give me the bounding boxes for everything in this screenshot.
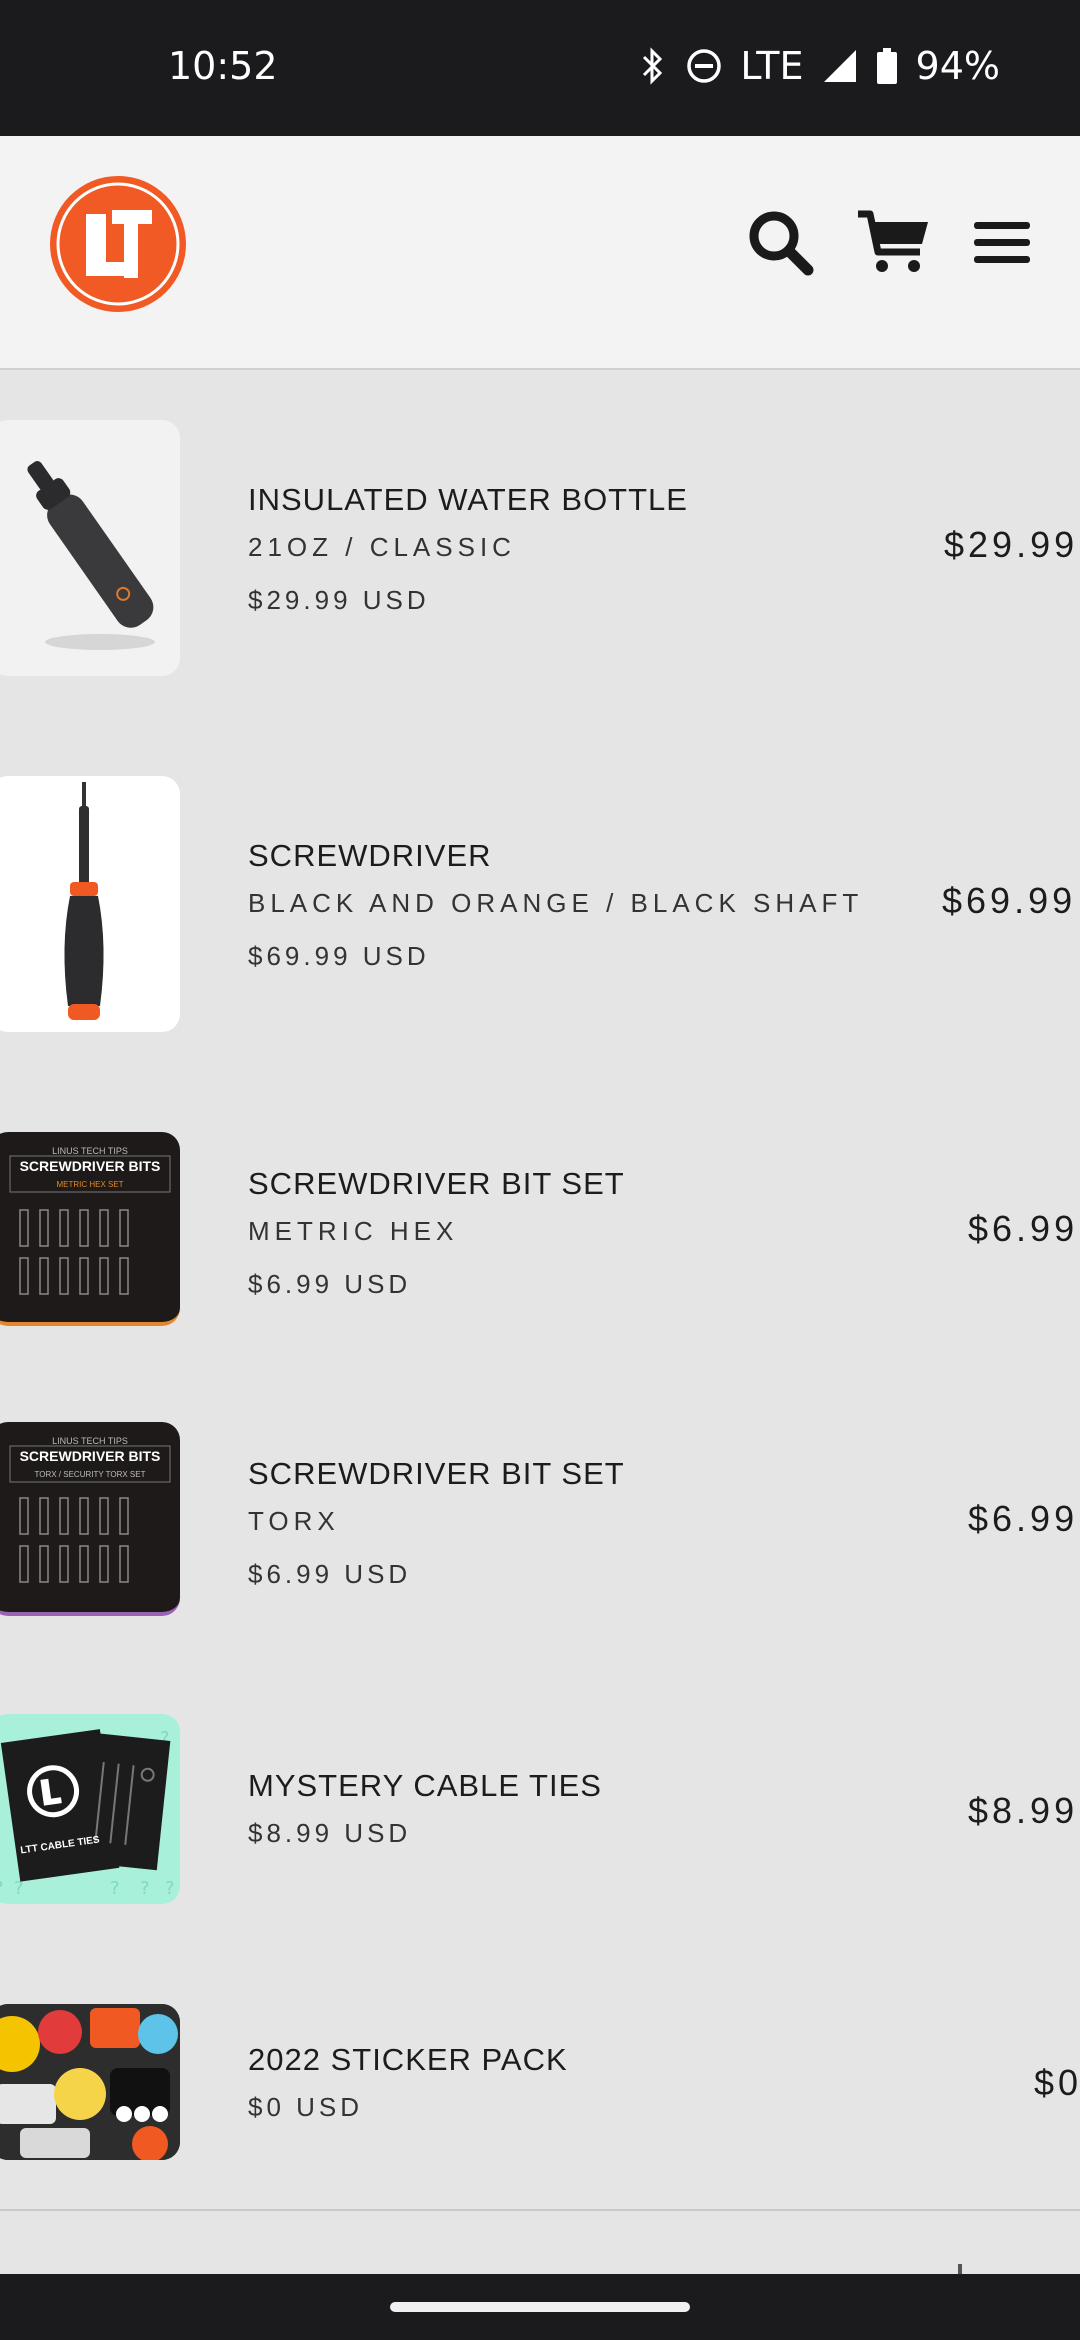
cart-item[interactable]: SCREWDRIVER BLACK AND ORANGE / BLACK SHA… [0,776,1080,1032]
item-unit-price: $0 USD [248,2092,364,2122]
cart-item[interactable]: LINUS TECH TIPS SCREWDRIVER BITS TORX / … [0,1422,1080,1616]
bluetooth-icon [638,47,668,85]
item-title[interactable]: SCREWDRIVER [248,838,863,874]
cart-item[interactable]: LINUS TECH TIPS SCREWDRIVER BITS METRIC … [0,1132,1080,1326]
item-variant: METRIC HEX [248,1216,459,1246]
system-nav-bar [0,2274,1080,2340]
item-title[interactable]: MYSTERY CABLE TIES [248,1768,602,1804]
status-time: 10:52 [168,44,278,88]
search-icon[interactable] [744,206,816,278]
item-variant: TORX [248,1506,340,1536]
item-line-total: $69.99 [942,880,1077,921]
item-info: MYSTERY CABLE TIES $8.99 USD [248,1768,602,1849]
product-image: LINUS TECH TIPS SCREWDRIVER BITS METRIC … [0,1132,180,1326]
item-variant: 21OZ / CLASSIC [248,532,516,562]
product-image [0,776,180,1032]
item-info: SCREWDRIVER BIT SET TORX $6.99 USD [248,1456,625,1590]
item-line-total: $6.99 [968,1498,1079,1539]
item-line-total: $0 [1034,2062,1080,2103]
cart-item[interactable]: ?????? LTT CABLE TIES MYSTERY CABLE TIES… [0,1714,1080,1904]
item-unit-price: $69.99 USD [248,941,430,971]
battery-level: 94% [915,44,1000,88]
item-title[interactable]: INSULATED WATER BOTTLE [248,482,688,518]
svg-text:?: ? [0,1878,4,1899]
item-info: SCREWDRIVER BIT SET METRIC HEX $6.99 USD [248,1166,625,1300]
status-icons: LTE 94% [638,44,1000,88]
product-image: LINUS TECH TIPS SCREWDRIVER BITS TORX / … [0,1422,180,1616]
item-line-total: $8.99 [968,1790,1079,1831]
dnd-icon [686,48,722,84]
item-unit-price: $6.99 USD [248,1269,412,1299]
item-unit-price: $29.99 USD [248,585,430,615]
signal-icon [822,48,858,84]
cart-item[interactable]: 2022 STICKER PACK $0 USD $0 [0,2004,1080,2160]
site-header [0,136,1080,370]
item-info: INSULATED WATER BOTTLE 21OZ / CLASSIC $2… [248,482,688,616]
svg-text:?: ? [110,1878,120,1899]
svg-text:?: ? [165,1878,175,1899]
item-title[interactable]: SCREWDRIVER BIT SET [248,1456,625,1492]
item-info: 2022 STICKER PACK $0 USD [248,2042,568,2123]
item-unit-price: $8.99 USD [248,1818,412,1848]
svg-text:?: ? [140,1878,150,1899]
divider [0,2209,1080,2211]
product-image [0,420,180,676]
ltt-logo[interactable] [48,174,188,314]
status-bar: 10:52 LTE 94% [0,0,1080,136]
scroll-edge-mark [958,2264,962,2274]
item-title[interactable]: SCREWDRIVER BIT SET [248,1166,625,1202]
item-variant: BLACK AND ORANGE / BLACK SHAFT [248,888,864,918]
item-info: SCREWDRIVER BLACK AND ORANGE / BLACK SHA… [248,838,863,972]
item-unit-price: $6.99 USD [248,1559,412,1589]
item-title[interactable]: 2022 STICKER PACK [248,2042,568,2078]
item-line-total: $6.99 [968,1208,1079,1249]
home-gesture-handle[interactable] [390,2302,690,2312]
network-type: LTE [740,44,804,88]
item-line-total: $29.99 [944,524,1079,565]
product-image: ?????? LTT CABLE TIES [0,1714,180,1904]
product-image [0,2004,180,2160]
cart-item[interactable]: INSULATED WATER BOTTLE 21OZ / CLASSIC $2… [0,420,1080,676]
battery-icon [876,47,898,85]
cart-icon[interactable] [856,206,928,278]
menu-icon[interactable] [970,206,1042,278]
